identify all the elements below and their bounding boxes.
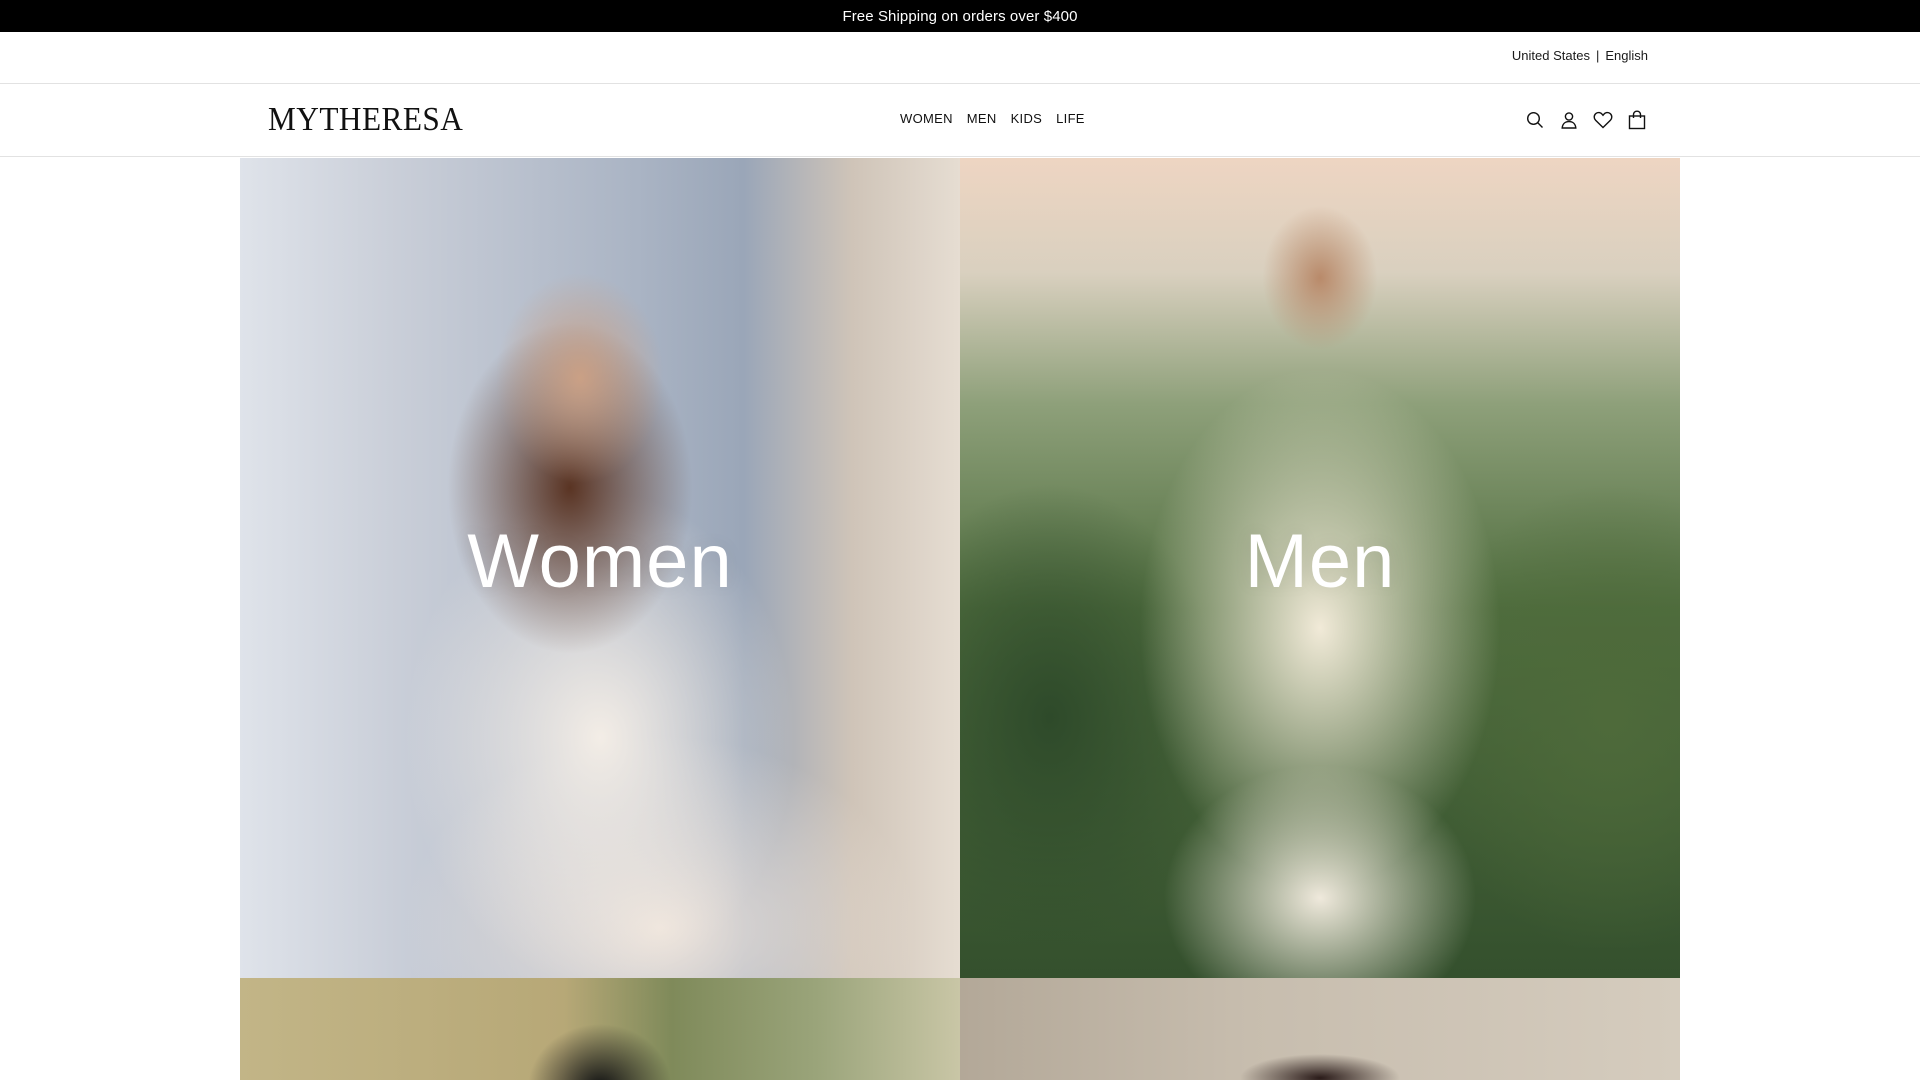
nav-item-men[interactable]: MEN [967,111,997,126]
account-icon[interactable] [1558,108,1580,132]
nav-item-women[interactable]: WOMEN [900,111,953,126]
wishlist-heart-icon[interactable] [1592,108,1614,132]
shopping-bag-icon[interactable] [1626,108,1648,132]
tile-title-women: Women [467,519,733,604]
category-tile-bottom-left[interactable] [240,978,960,1080]
search-icon[interactable] [1524,108,1546,132]
tile-title-men: Men [1244,519,1396,604]
nav-item-life[interactable]: LIFE [1056,111,1085,126]
site-logo[interactable]: MYTHERESA [268,101,463,139]
header-icons [1524,108,1648,132]
main-nav: WOMEN MEN KIDS LIFE [900,111,1085,126]
category-tile-bottom-right[interactable] [960,978,1680,1080]
locale-bar: United States | English [0,32,1920,84]
category-tile-men[interactable]: Men [960,158,1680,978]
category-tiles: Women Men [240,158,1680,1080]
locale-selector[interactable]: United States | English [1512,48,1648,63]
main-header: MYTHERESA WOMEN MEN KIDS LIFE [0,84,1920,157]
locale-separator: | [1595,48,1600,63]
promo-bar: Free Shipping on orders over $400 [0,0,1920,32]
nav-item-kids[interactable]: KIDS [1011,111,1043,126]
country-selector[interactable]: United States [1512,48,1590,63]
promo-text: Free Shipping on orders over $400 [842,7,1078,25]
category-tile-women[interactable]: Women [240,158,960,978]
language-selector[interactable]: English [1605,48,1648,63]
